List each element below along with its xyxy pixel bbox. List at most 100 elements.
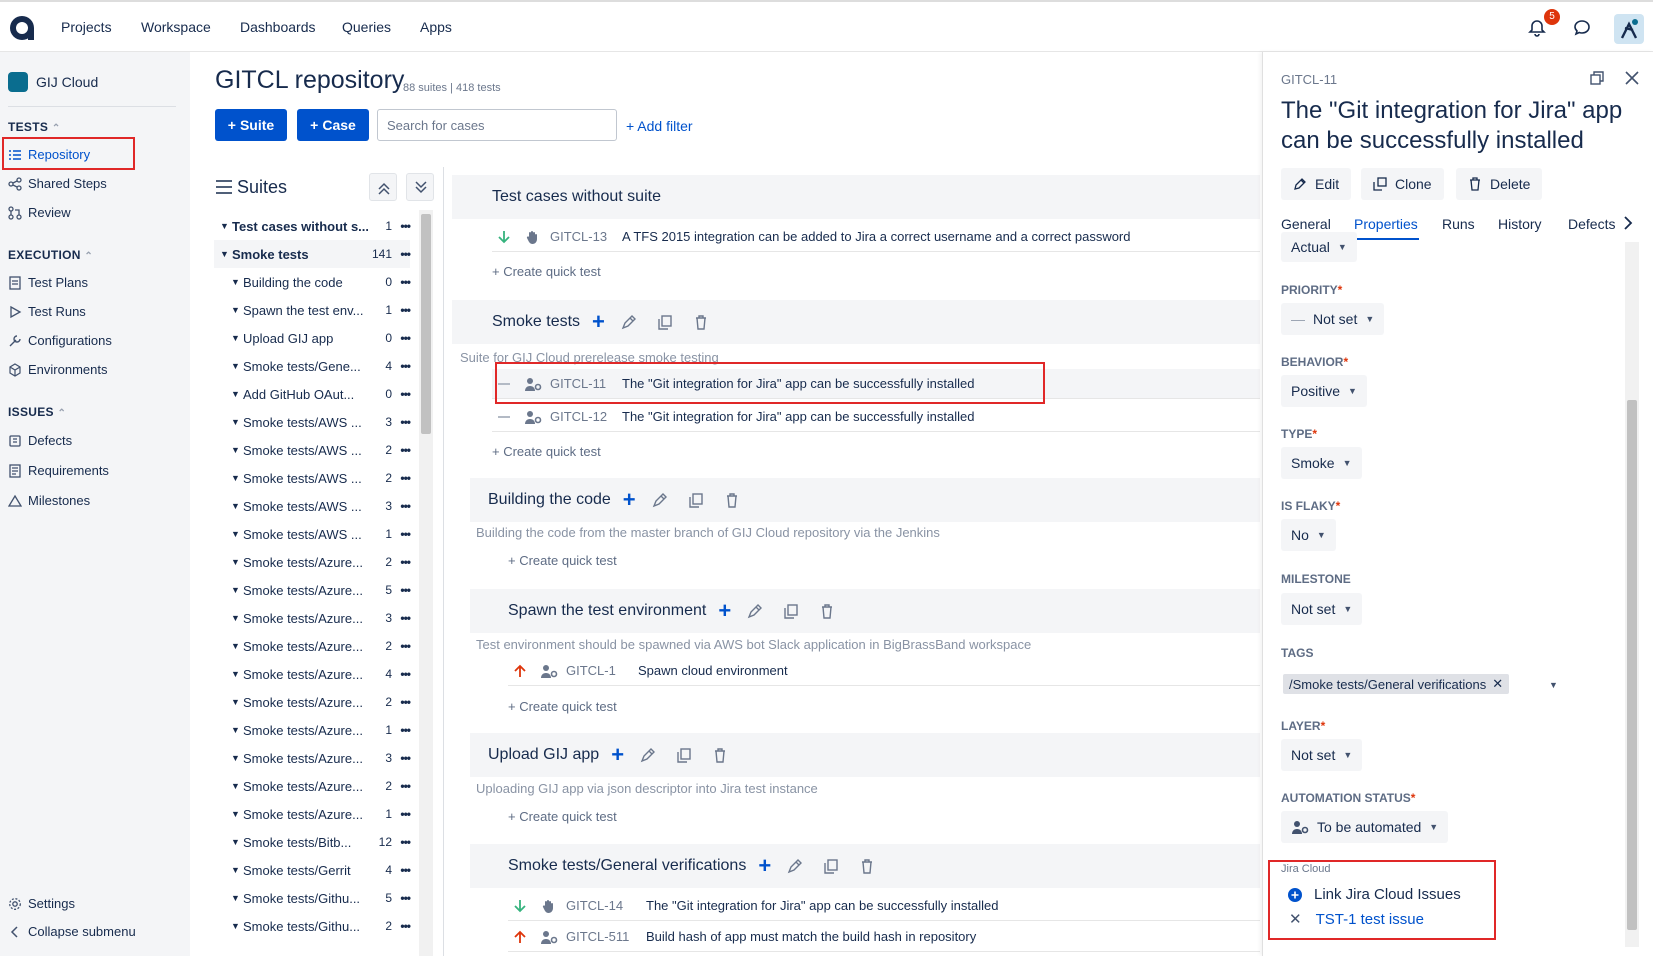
nav-dashboards[interactable]: Dashboards (240, 19, 316, 35)
add-case-plus-icon[interactable]: + (611, 742, 624, 768)
tree-item[interactable]: ▼ Upload GIJ app 0 ••• (231, 324, 411, 352)
tree-item[interactable]: ▼ Smoke tests/Azure... 3 ••• (231, 604, 411, 632)
search-cases-input[interactable] (377, 109, 617, 141)
caret-down-icon[interactable]: ▼ (231, 837, 243, 847)
more-options-icon[interactable]: ••• (392, 387, 411, 401)
clone-icon[interactable] (672, 743, 696, 767)
milestone-dropdown[interactable]: Not set ▼ (1281, 593, 1363, 625)
link-jira-issues-button[interactable]: Link Jira Cloud Issues (1288, 886, 1461, 903)
caret-down-icon[interactable]: ▼ (231, 389, 243, 399)
tab-general[interactable]: General (1281, 216, 1331, 232)
caret-down-icon[interactable]: ▼ (231, 473, 243, 483)
add-case-button[interactable]: + Case (297, 109, 369, 141)
more-options-icon[interactable]: ••• (392, 779, 411, 793)
caret-down-icon[interactable]: ▼ (231, 669, 243, 679)
caret-down-icon[interactable]: ▼ (231, 277, 243, 287)
delete-button[interactable]: Delete (1456, 168, 1543, 200)
tab-history[interactable]: History (1498, 216, 1542, 232)
sidebar-item-shared-steps[interactable]: Shared Steps (8, 176, 107, 191)
tree-item[interactable]: ▼ Smoke tests/Azure... 2 ••• (231, 688, 411, 716)
tree-item[interactable]: ▼ Smoke tests/AWS ... 3 ••• (231, 408, 411, 436)
nav-queries[interactable]: Queries (342, 19, 391, 35)
delete-trash-icon[interactable] (720, 488, 744, 512)
tree-item[interactable]: ▼ Smoke tests/Bitb... 12 ••• (231, 828, 411, 856)
suite-header-general-verifications[interactable]: Smoke tests/General verifications + (470, 844, 1260, 888)
tree-item[interactable]: ▼ Smoke tests/Azure... 1 ••• (231, 716, 411, 744)
sidebar-item-review[interactable]: Review (8, 205, 71, 220)
linked-jira-issue[interactable]: ✕ TST-1 test issue (1289, 910, 1424, 929)
chevron-right-icon[interactable] (1622, 215, 1634, 231)
more-options-icon[interactable]: ••• (392, 695, 411, 709)
clone-icon[interactable] (779, 599, 803, 623)
create-quick-test-link[interactable]: + Create quick test (492, 264, 601, 279)
app-logo-icon[interactable] (8, 14, 36, 42)
tree-scrollbar-thumb[interactable] (421, 214, 431, 434)
nav-projects[interactable]: Projects (61, 19, 112, 35)
add-case-plus-icon[interactable]: + (718, 598, 731, 624)
clone-icon[interactable] (653, 310, 677, 334)
tree-item[interactable]: ▼ Smoke tests/AWS ... 2 ••• (231, 436, 411, 464)
issues-section-heading[interactable]: ISSUES ⌃ (8, 405, 66, 419)
more-options-icon[interactable]: ••• (392, 331, 411, 345)
tree-item[interactable]: ▼ Smoke tests/Azure... 5 ••• (231, 576, 411, 604)
caret-down-icon[interactable]: ▼ (231, 893, 243, 903)
sidebar-item-requirements[interactable]: Requirements (8, 463, 109, 478)
pane-divider[interactable] (443, 167, 444, 956)
tree-item[interactable]: ▼ Smoke tests/Azure... 4 ••• (231, 660, 411, 688)
caret-down-icon[interactable]: ▼ (220, 249, 232, 259)
panel-scrollbar-thumb[interactable] (1627, 400, 1637, 930)
sidebar-item-test-plans[interactable]: Test Plans (8, 275, 88, 290)
case-row-gitcl-12[interactable]: GITCL-12 The "Git integration for Jira" … (492, 402, 1260, 432)
execution-section-heading[interactable]: EXECUTION ⌃ (8, 248, 93, 262)
add-suite-button[interactable]: + Suite (215, 109, 287, 141)
chat-icon[interactable] (1573, 19, 1591, 37)
delete-trash-icon[interactable] (689, 310, 713, 334)
suite-header-spawn[interactable]: Spawn the test environment + (470, 589, 1260, 633)
caret-down-icon[interactable]: ▼ (231, 809, 243, 819)
caret-down-icon[interactable]: ▼ (231, 529, 243, 539)
edit-pencil-icon[interactable] (648, 488, 672, 512)
case-row-gitcl-1[interactable]: GITCL-1 Spawn cloud environment (508, 656, 1260, 686)
create-quick-test-link[interactable]: + Create quick test (508, 809, 617, 824)
tag-chip[interactable]: /Smoke tests/General verifications ✕ (1283, 674, 1510, 694)
more-options-icon[interactable]: ••• (392, 919, 411, 933)
tree-item[interactable]: ▼ Smoke tests/AWS ... 1 ••• (231, 520, 411, 548)
more-options-icon[interactable]: ••• (392, 219, 411, 233)
is-flaky-dropdown[interactable]: No ▼ (1281, 519, 1336, 551)
tab-runs[interactable]: Runs (1442, 216, 1475, 232)
add-case-plus-icon[interactable]: + (758, 853, 771, 879)
caret-down-icon[interactable]: ▼ (220, 221, 232, 231)
clone-icon[interactable] (684, 488, 708, 512)
tab-defects[interactable]: Defects (1568, 216, 1616, 232)
edit-pencil-icon[interactable] (783, 854, 807, 878)
more-options-icon[interactable]: ••• (392, 583, 411, 597)
caret-down-icon[interactable]: ▼ (231, 725, 243, 735)
edit-pencil-icon[interactable] (636, 743, 660, 767)
tree-item[interactable]: ▼ Smoke tests/AWS ... 2 ••• (231, 464, 411, 492)
more-options-icon[interactable]: ••• (392, 891, 411, 905)
type-dropdown[interactable]: Smoke ▼ (1281, 447, 1362, 479)
sidebar-item-defects[interactable]: Defects (8, 433, 72, 448)
suite-header-smoke-tests[interactable]: Smoke tests + (452, 300, 1260, 344)
caret-down-icon[interactable]: ▼ (231, 445, 243, 455)
edit-pencil-icon[interactable] (617, 310, 641, 334)
caret-down-icon[interactable]: ▼ (231, 361, 243, 371)
more-options-icon[interactable]: ••• (392, 667, 411, 681)
more-options-icon[interactable]: ••• (392, 807, 411, 821)
delete-trash-icon[interactable] (855, 854, 879, 878)
tree-item[interactable]: ▼ Smoke tests/Azure... 3 ••• (231, 744, 411, 772)
more-options-icon[interactable]: ••• (392, 527, 411, 541)
tree-item[interactable]: ▼ Smoke tests/Azure... 2 ••• (231, 632, 411, 660)
tree-item[interactable]: ▼ Add GitHub OAut... 0 ••• (231, 380, 411, 408)
caret-down-icon[interactable]: ▼ (231, 613, 243, 623)
more-options-icon[interactable]: ••• (392, 863, 411, 877)
more-options-icon[interactable]: ••• (392, 751, 411, 765)
automation-status-dropdown[interactable]: To be automated ▼ (1281, 811, 1449, 843)
create-quick-test-link[interactable]: + Create quick test (508, 553, 617, 568)
more-options-icon[interactable]: ••• (392, 303, 411, 317)
more-options-icon[interactable]: ••• (392, 835, 411, 849)
expand-all-button[interactable] (406, 173, 434, 201)
layer-dropdown[interactable]: Not set ▼ (1281, 739, 1363, 771)
tree-item[interactable]: ▼ Smoke tests/AWS ... 3 ••• (231, 492, 411, 520)
caret-down-icon[interactable]: ▼ (231, 697, 243, 707)
